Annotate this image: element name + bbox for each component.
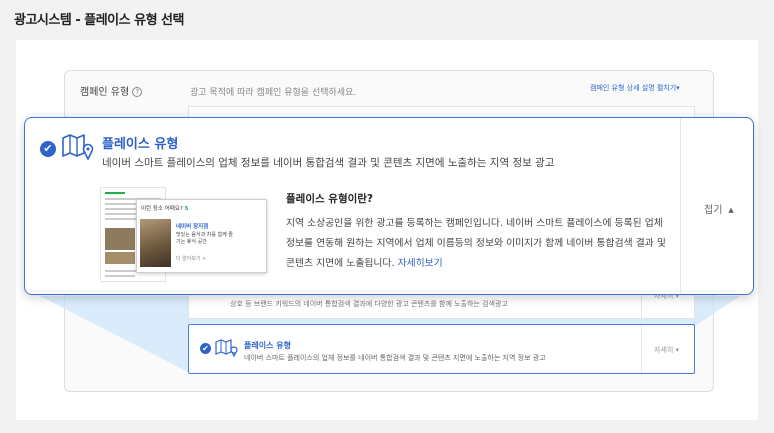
place-type-more-button[interactable]: 자세히 ▾ [654, 345, 679, 355]
preview-header-text: 이런 장소 어때요? [141, 206, 183, 212]
help-icon[interactable]: ? [132, 87, 143, 97]
collapse-button[interactable]: 접기 ▲ [704, 201, 734, 216]
divider [641, 325, 642, 373]
preview-image [140, 219, 171, 267]
preview-header: 이런 장소 어때요? 5 [141, 204, 188, 212]
brand-search-description: 상호 등 브랜드 키워드의 네이버 통합검색 결과에 다양한 광고 콘텐츠를 함… [230, 300, 508, 308]
preview-header-number: 5 [184, 206, 189, 212]
place-type-title-small: 플레이스 유형 [244, 341, 291, 350]
divider [680, 118, 681, 294]
expand-detail-link[interactable]: 캠페인 유형 상세 설명 펼치기▾ [590, 83, 680, 93]
info-body-text: 지역 소상공인을 위한 광고를 등록하는 캠페인입니다. 네이버 스마트 플레이… [286, 218, 666, 269]
collapse-label: 접기 [704, 205, 723, 216]
place-type-description-small: 네이버 스마트 플레이스의 업체 정보를 네이버 통합검색 결과 및 콘텐츠 지… [244, 354, 546, 362]
preview-place-desc: 맛있는 음식과 차를 함께 즐기는 휴식 공간 [176, 232, 233, 245]
info-title: 플레이스 유형이란? [286, 193, 374, 205]
campaign-type-label-text: 캠페인 유형 [80, 87, 130, 98]
preview-place-name: 네이버 장지점 [176, 224, 209, 230]
campaign-type-description: 광고 목적에 따라 캠페인 유형을 선택하세요. [190, 88, 357, 98]
page-title: 광고시스템 - 플레이스 유형 선택 [14, 13, 184, 28]
learn-more-link[interactable]: 자세히보기 [398, 258, 443, 269]
check-icon: ✔ [200, 343, 211, 354]
map-pin-icon [62, 134, 94, 160]
map-pin-icon [215, 339, 238, 357]
campaign-type-label: 캠페인 유형? [80, 83, 143, 98]
info-body: 지역 소상공인을 위한 광고를 등록하는 캠페인입니다. 네이버 스마트 플레이… [286, 214, 666, 274]
chevron-up-icon: ▲ [728, 206, 734, 214]
place-type-title: 플레이스 유형 [102, 137, 179, 152]
preview-more-link: 더 알아보기 > [176, 256, 207, 262]
check-icon: ✔ [40, 141, 56, 157]
place-type-description: 네이버 스마트 플레이스의 업체 정보를 네이버 통합검색 결과 및 콘텐츠 지… [102, 157, 555, 169]
